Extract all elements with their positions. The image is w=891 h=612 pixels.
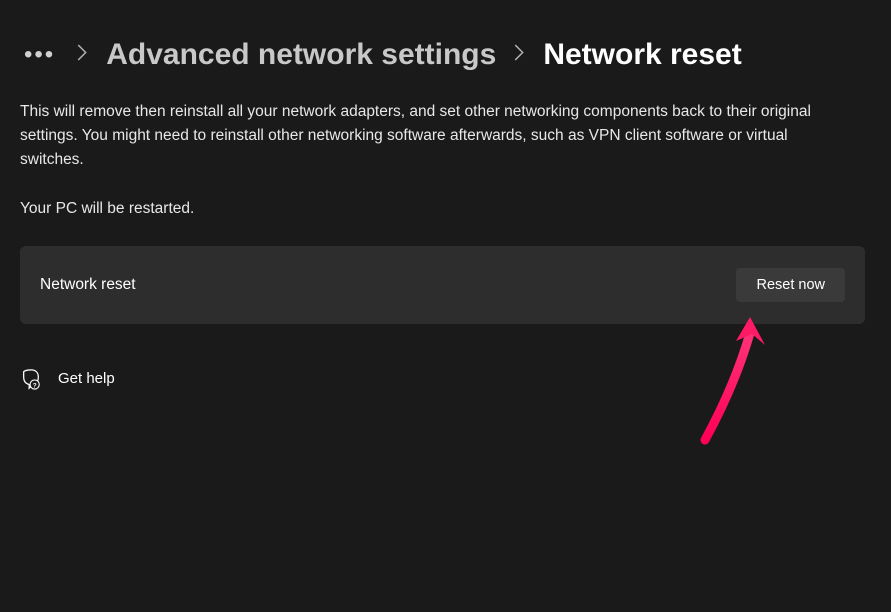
breadcrumb-ellipsis-icon[interactable]: •••: [20, 41, 59, 69]
help-icon: ?: [20, 368, 40, 388]
description-text: This will remove then reinstall all your…: [0, 72, 861, 172]
network-reset-card: Network reset Reset now: [20, 246, 865, 324]
page-title: Network reset: [543, 38, 741, 72]
get-help-link[interactable]: ? Get help: [0, 324, 891, 388]
help-label: Get help: [58, 370, 115, 387]
breadcrumb: ••• Advanced network settings Network re…: [0, 0, 891, 72]
restart-note-text: Your PC will be restarted.: [0, 172, 891, 218]
chevron-right-icon: [77, 44, 88, 66]
card-label: Network reset: [40, 276, 136, 294]
breadcrumb-parent-link[interactable]: Advanced network settings: [106, 38, 496, 72]
chevron-right-icon: [514, 44, 525, 66]
reset-now-button[interactable]: Reset now: [736, 268, 845, 302]
svg-text:?: ?: [33, 382, 37, 389]
